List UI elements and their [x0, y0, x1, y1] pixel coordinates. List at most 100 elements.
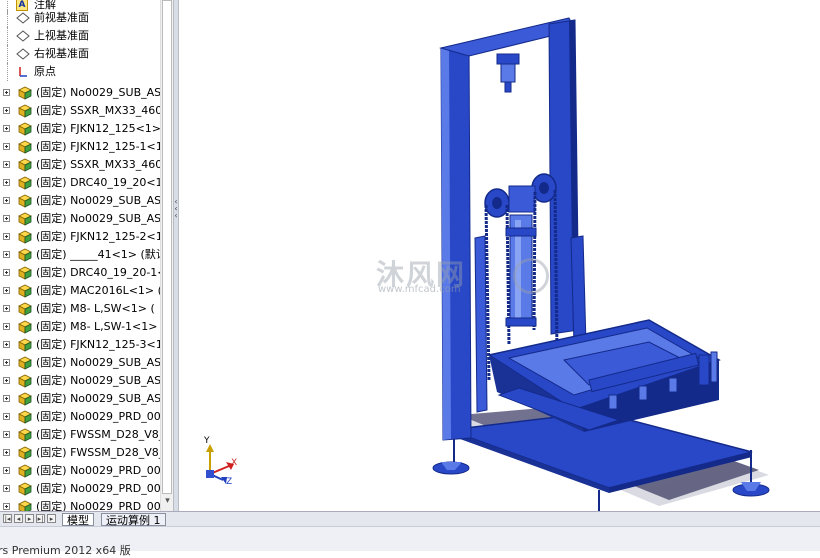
- expand-plus-icon[interactable]: [3, 485, 10, 492]
- expand-plus-icon[interactable]: [3, 161, 10, 168]
- component-cube-icon: [16, 121, 32, 137]
- tree-item-component[interactable]: (固定) FWSSM_D28_V8_(: [0, 444, 160, 462]
- guide-rail-left: [474, 235, 488, 413]
- tab-model[interactable]: 模型: [62, 513, 94, 527]
- tree-item-plane[interactable]: 原点: [0, 63, 160, 81]
- plane-icon: [16, 30, 30, 42]
- scroll-down-arrow-icon[interactable]: ▾: [162, 496, 173, 508]
- tree-item-component[interactable]: (固定) No0029_PRD_003: [0, 498, 160, 511]
- tree-item-label: (固定) No0029_SUB_ASS: [36, 86, 160, 99]
- tree-item-component[interactable]: (固定) M8- L,SW-1<1>: [0, 318, 160, 336]
- expand-plus-icon[interactable]: [3, 503, 10, 510]
- tree-item-component[interactable]: (固定) SSXR_MX33_460-: [0, 156, 160, 174]
- tree-scrollbar[interactable]: ▾: [160, 0, 173, 511]
- expand-plus-icon[interactable]: [3, 215, 10, 222]
- tree-item-component[interactable]: (固定) No0029_SUB_ASS: [0, 390, 160, 408]
- component-cube-icon: [16, 355, 32, 371]
- component-cube-icon: [16, 139, 32, 155]
- tree-item-component[interactable]: (固定) No0029_SUB_ASS: [0, 372, 160, 390]
- expand-plus-icon[interactable]: [3, 269, 10, 276]
- tree-item-plane[interactable]: 前视基准面: [0, 9, 160, 27]
- expand-plus-icon[interactable]: [3, 233, 10, 240]
- next-tab-arrow-icon[interactable]: ▸: [25, 514, 34, 523]
- expand-plus-icon[interactable]: [3, 431, 10, 438]
- tree-item-component[interactable]: (固定) FWSSM_D28_V8_(: [0, 426, 160, 444]
- tree-item-label: (固定) FJKN12_125-1<1:: [36, 140, 160, 153]
- tree-connector-line: [7, 63, 9, 81]
- tree-item-label: (固定) FJKN12_125-2<1:: [36, 230, 160, 243]
- tree-item-component[interactable]: (固定) FJKN12_125<1> (: [0, 120, 160, 138]
- tree-item-component[interactable]: (固定) M8- L,SW<1> (: [0, 300, 160, 318]
- tree-item-component[interactable]: (固定) FJKN12_125-1<1:: [0, 138, 160, 156]
- tree-item-label: (固定) DRC40_19_20-1<: [36, 266, 160, 279]
- expand-plus-icon[interactable]: [3, 413, 10, 420]
- tree-item-label: (固定) DRC40_19_20<1>: [36, 176, 160, 189]
- component-cube-icon: [16, 409, 32, 425]
- tree-item-component[interactable]: (固定) No0029_PRD_001: [0, 462, 160, 480]
- tree-item-label: (固定) M8- L,SW<1> (: [36, 302, 155, 315]
- triad-z-label: Z: [226, 477, 233, 487]
- tree-item-label: (固定) _____41<1> (默认: [36, 248, 160, 261]
- tree-item-label: (固定) FJKN12_125<1> (: [36, 122, 160, 135]
- tree-item-component[interactable]: (固定) No0029_SUB_ASS: [0, 354, 160, 372]
- expand-plus-icon[interactable]: [3, 323, 10, 330]
- tree-item-component[interactable]: (固定) _____41<1> (默认: [0, 246, 160, 264]
- expand-plus-icon[interactable]: [3, 395, 10, 402]
- prev-tab-arrow-icon[interactable]: ◂: [14, 514, 23, 523]
- component-cube-icon: [16, 247, 32, 263]
- tree-item-label: 上视基准面: [34, 29, 89, 42]
- expand-plus-icon[interactable]: [3, 449, 10, 456]
- component-cube-icon: [16, 283, 32, 299]
- tree-item-label: (固定) No0029_PRD_001: [36, 464, 160, 477]
- component-cube-icon: [16, 463, 32, 479]
- expand-plus-icon[interactable]: [3, 377, 10, 384]
- tree-item-component[interactable]: (固定) No0029_PRD_002: [0, 480, 160, 498]
- tree-item-component[interactable]: (固定) No0029_SUB_ASS: [0, 84, 160, 102]
- tree-item-component[interactable]: (固定) MAC2016L<1> (: [0, 282, 160, 300]
- expand-plus-icon[interactable]: [3, 197, 10, 204]
- tree-item-plane[interactable]: 上视基准面: [0, 27, 160, 45]
- tree-scroll-thumb[interactable]: [162, 0, 172, 494]
- expand-plus-icon[interactable]: [3, 107, 10, 114]
- tree-item-component[interactable]: (固定) No0029_SUB_ASS: [0, 192, 160, 210]
- tree-item-label: 右视基准面: [34, 47, 89, 60]
- tree-item-label: (固定) SSXR_MX33_460-: [36, 104, 160, 117]
- expand-plus-icon[interactable]: [3, 341, 10, 348]
- tree-item-label: (固定) No0029_PRD_002: [36, 482, 160, 495]
- tree-item-component[interactable]: (固定) SSXR_MX33_460-: [0, 102, 160, 120]
- tree-item-component[interactable]: (固定) FJKN12_125-2<1:: [0, 228, 160, 246]
- tree-item-label: 原点: [34, 65, 56, 78]
- tree-item-component[interactable]: (固定) DRC40_19_20<1>: [0, 174, 160, 192]
- tree-item-label: (固定) No0029_PRD_003: [36, 500, 160, 511]
- tree-item-component[interactable]: (固定) FJKN12_125-3<1:: [0, 336, 160, 354]
- 3d-model-view: [206, 17, 770, 520]
- component-cube-icon: [16, 85, 32, 101]
- tab-arrow-extra-icon[interactable]: ▸: [47, 514, 56, 523]
- expand-plus-icon[interactable]: [3, 179, 10, 186]
- tree-item-label: (固定) No0029_SUB_ASS: [36, 212, 160, 225]
- collapse-panel-icon[interactable]: ‹ ‹ ‹: [174, 198, 178, 220]
- tree-item-label: (固定) No0029_SUB_ASS: [36, 356, 160, 369]
- tree-item-plane[interactable]: 右视基准面: [0, 45, 160, 63]
- first-tab-arrow-icon[interactable]: |◂: [3, 514, 12, 523]
- expand-plus-icon[interactable]: [3, 305, 10, 312]
- last-tab-arrow-icon[interactable]: ▸|: [36, 514, 45, 523]
- tab-motion-study[interactable]: 运动算例 1: [101, 513, 166, 527]
- expand-plus-icon[interactable]: [3, 359, 10, 366]
- tree-item-label: (固定) No0029_PRD_006: [36, 410, 160, 423]
- expand-plus-icon[interactable]: [3, 287, 10, 294]
- component-cube-icon: [16, 319, 32, 335]
- plane-icon: [16, 12, 30, 24]
- tree-item-label: (固定) No0029_SUB_ASS: [36, 194, 160, 207]
- tree-item-component[interactable]: (固定) No0029_PRD_006: [0, 408, 160, 426]
- expand-plus-icon[interactable]: [3, 467, 10, 474]
- expand-plus-icon[interactable]: [3, 143, 10, 150]
- tree-item-component[interactable]: (固定) No0029_SUB_ASS: [0, 210, 160, 228]
- component-cube-icon: [16, 157, 32, 173]
- expand-plus-icon[interactable]: [3, 89, 10, 96]
- expand-plus-icon[interactable]: [3, 125, 10, 132]
- tree-connector-line: [7, 45, 9, 63]
- graphics-viewport[interactable]: Y X Z 沐风网 www.mfcad.com: [179, 0, 820, 520]
- expand-plus-icon[interactable]: [3, 251, 10, 258]
- tree-item-component[interactable]: (固定) DRC40_19_20-1<: [0, 264, 160, 282]
